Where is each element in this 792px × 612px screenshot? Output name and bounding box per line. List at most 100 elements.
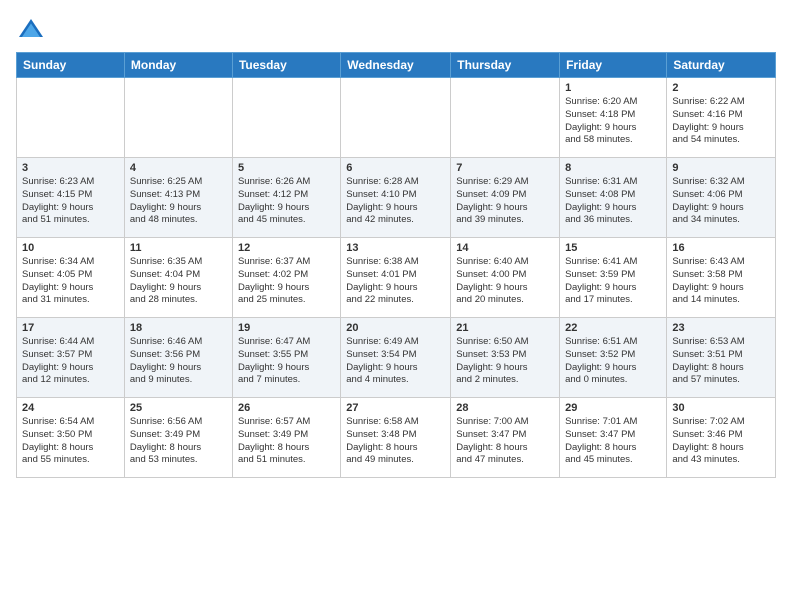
day-number: 16	[672, 242, 770, 254]
day-number: 7	[456, 162, 554, 174]
day-info: Sunrise: 7:01 AM Sunset: 3:47 PM Dayligh…	[565, 416, 661, 467]
weekday-header-row: SundayMondayTuesdayWednesdayThursdayFrid…	[17, 53, 776, 78]
calendar-cell: 9 Sunrise: 6:32 AM Sunset: 4:06 PM Daylig…	[667, 158, 776, 238]
day-number: 28	[456, 402, 554, 414]
day-number: 23	[672, 322, 770, 334]
calendar-cell: 5 Sunrise: 6:26 AM Sunset: 4:12 PM Daylig…	[232, 158, 340, 238]
day-number: 10	[22, 242, 119, 254]
calendar-cell: 22 Sunrise: 6:51 AM Sunset: 3:52 PM Dayli…	[560, 318, 667, 398]
calendar-cell: 29 Sunrise: 7:01 AM Sunset: 3:47 PM Dayli…	[560, 398, 667, 478]
weekday-header-tuesday: Tuesday	[232, 53, 340, 78]
day-info: Sunrise: 6:28 AM Sunset: 4:10 PM Dayligh…	[346, 176, 445, 227]
day-number: 14	[456, 242, 554, 254]
day-number: 8	[565, 162, 661, 174]
day-number: 24	[22, 402, 119, 414]
calendar-cell: 15Sunrise: 6:41 AM Sunset: 3:59 PM Dayli…	[560, 238, 667, 318]
day-number: 9	[672, 162, 770, 174]
day-info: Sunrise: 7:00 AM Sunset: 3:47 PM Dayligh…	[456, 416, 554, 467]
calendar-cell: 7 Sunrise: 6:29 AM Sunset: 4:09 PM Daylig…	[451, 158, 560, 238]
day-info: Sunrise: 6:23 AM Sunset: 4:15 PM Dayligh…	[22, 176, 119, 227]
calendar-cell: 26Sunrise: 6:57 AM Sunset: 3:49 PM Dayli…	[232, 398, 340, 478]
day-info: Sunrise: 6:37 AM Sunset: 4:02 PM Dayligh…	[238, 256, 335, 307]
day-info: Sunrise: 6:35 AM Sunset: 4:04 PM Dayligh…	[130, 256, 227, 307]
day-number: 17	[22, 322, 119, 334]
day-info: Sunrise: 6:51 AM Sunset: 3:52 PM Dayligh…	[565, 336, 661, 387]
day-info: Sunrise: 6:20 AM Sunset: 4:18 PM Dayligh…	[565, 96, 661, 147]
logo-icon	[16, 16, 46, 46]
weekday-header-saturday: Saturday	[667, 53, 776, 78]
page-container: SundayMondayTuesdayWednesdayThursdayFrid…	[0, 0, 792, 486]
day-number: 5	[238, 162, 335, 174]
day-info: Sunrise: 6:32 AM Sunset: 4:06 PM Dayligh…	[672, 176, 770, 227]
day-info: Sunrise: 6:26 AM Sunset: 4:12 PM Dayligh…	[238, 176, 335, 227]
calendar-cell	[124, 78, 232, 158]
calendar-cell: 20 Sunrise: 6:49 AM Sunset: 3:54 PM Dayli…	[341, 318, 451, 398]
day-number: 25	[130, 402, 227, 414]
day-info: Sunrise: 6:34 AM Sunset: 4:05 PM Dayligh…	[22, 256, 119, 307]
day-info: Sunrise: 7:02 AM Sunset: 3:46 PM Dayligh…	[672, 416, 770, 467]
weekday-header-thursday: Thursday	[451, 53, 560, 78]
logo	[16, 16, 50, 46]
calendar-cell: 27 Sunrise: 6:58 AM Sunset: 3:48 PM Dayli…	[341, 398, 451, 478]
day-number: 12	[238, 242, 335, 254]
calendar-week-row: 1 Sunrise: 6:20 AM Sunset: 4:18 PM Daylig…	[17, 78, 776, 158]
calendar-cell: 19Sunrise: 6:47 AM Sunset: 3:55 PM Dayli…	[232, 318, 340, 398]
calendar-table: SundayMondayTuesdayWednesdayThursdayFrid…	[16, 52, 776, 478]
day-number: 22	[565, 322, 661, 334]
day-number: 1	[565, 82, 661, 94]
calendar-cell: 24Sunrise: 6:54 AM Sunset: 3:50 PM Dayli…	[17, 398, 125, 478]
day-info: Sunrise: 6:43 AM Sunset: 3:58 PM Dayligh…	[672, 256, 770, 307]
day-info: Sunrise: 6:58 AM Sunset: 3:48 PM Dayligh…	[346, 416, 445, 467]
day-number: 30	[672, 402, 770, 414]
calendar-week-row: 10 Sunrise: 6:34 AM Sunset: 4:05 PM Dayli…	[17, 238, 776, 318]
calendar-cell	[341, 78, 451, 158]
calendar-cell: 25 Sunrise: 6:56 AM Sunset: 3:49 PM Dayli…	[124, 398, 232, 478]
day-info: Sunrise: 6:38 AM Sunset: 4:01 PM Dayligh…	[346, 256, 445, 307]
calendar-cell: 30 Sunrise: 7:02 AM Sunset: 3:46 PM Dayli…	[667, 398, 776, 478]
day-number: 4	[130, 162, 227, 174]
weekday-header-sunday: Sunday	[17, 53, 125, 78]
calendar-cell: 17 Sunrise: 6:44 AM Sunset: 3:57 PM Dayli…	[17, 318, 125, 398]
weekday-header-monday: Monday	[124, 53, 232, 78]
calendar-cell: 16 Sunrise: 6:43 AM Sunset: 3:58 PM Dayli…	[667, 238, 776, 318]
day-number: 11	[130, 242, 227, 254]
day-info: Sunrise: 6:31 AM Sunset: 4:08 PM Dayligh…	[565, 176, 661, 227]
day-info: Sunrise: 6:49 AM Sunset: 3:54 PM Dayligh…	[346, 336, 445, 387]
calendar-week-row: 17 Sunrise: 6:44 AM Sunset: 3:57 PM Dayli…	[17, 318, 776, 398]
day-info: Sunrise: 6:47 AM Sunset: 3:55 PM Dayligh…	[238, 336, 335, 387]
calendar-cell: 11 Sunrise: 6:35 AM Sunset: 4:04 PM Dayli…	[124, 238, 232, 318]
calendar-week-row: 3 Sunrise: 6:23 AM Sunset: 4:15 PM Daylig…	[17, 158, 776, 238]
day-number: 15	[565, 242, 661, 254]
calendar-cell: 6 Sunrise: 6:28 AM Sunset: 4:10 PM Daylig…	[341, 158, 451, 238]
day-number: 29	[565, 402, 661, 414]
calendar-week-row: 24Sunrise: 6:54 AM Sunset: 3:50 PM Dayli…	[17, 398, 776, 478]
calendar-cell: 4 Sunrise: 6:25 AM Sunset: 4:13 PM Daylig…	[124, 158, 232, 238]
day-number: 6	[346, 162, 445, 174]
day-info: Sunrise: 6:25 AM Sunset: 4:13 PM Dayligh…	[130, 176, 227, 227]
calendar-cell: 3 Sunrise: 6:23 AM Sunset: 4:15 PM Daylig…	[17, 158, 125, 238]
day-info: Sunrise: 6:44 AM Sunset: 3:57 PM Dayligh…	[22, 336, 119, 387]
day-info: Sunrise: 6:57 AM Sunset: 3:49 PM Dayligh…	[238, 416, 335, 467]
calendar-cell: 21Sunrise: 6:50 AM Sunset: 3:53 PM Dayli…	[451, 318, 560, 398]
calendar-cell: 1 Sunrise: 6:20 AM Sunset: 4:18 PM Daylig…	[560, 78, 667, 158]
day-info: Sunrise: 6:29 AM Sunset: 4:09 PM Dayligh…	[456, 176, 554, 227]
header	[16, 12, 776, 46]
calendar-cell: 14 Sunrise: 6:40 AM Sunset: 4:00 PM Dayli…	[451, 238, 560, 318]
calendar-cell: 10 Sunrise: 6:34 AM Sunset: 4:05 PM Dayli…	[17, 238, 125, 318]
day-number: 27	[346, 402, 445, 414]
day-number: 18	[130, 322, 227, 334]
weekday-header-wednesday: Wednesday	[341, 53, 451, 78]
day-info: Sunrise: 6:56 AM Sunset: 3:49 PM Dayligh…	[130, 416, 227, 467]
calendar-cell: 23 Sunrise: 6:53 AM Sunset: 3:51 PM Dayli…	[667, 318, 776, 398]
day-info: Sunrise: 6:50 AM Sunset: 3:53 PM Dayligh…	[456, 336, 554, 387]
calendar-cell	[17, 78, 125, 158]
weekday-header-friday: Friday	[560, 53, 667, 78]
day-number: 3	[22, 162, 119, 174]
day-number: 13	[346, 242, 445, 254]
calendar-cell: 18Sunrise: 6:46 AM Sunset: 3:56 PM Dayli…	[124, 318, 232, 398]
day-number: 20	[346, 322, 445, 334]
day-info: Sunrise: 6:40 AM Sunset: 4:00 PM Dayligh…	[456, 256, 554, 307]
calendar-cell: 2Sunrise: 6:22 AM Sunset: 4:16 PM Daylig…	[667, 78, 776, 158]
day-info: Sunrise: 6:53 AM Sunset: 3:51 PM Dayligh…	[672, 336, 770, 387]
calendar-cell: 8 Sunrise: 6:31 AM Sunset: 4:08 PM Daylig…	[560, 158, 667, 238]
